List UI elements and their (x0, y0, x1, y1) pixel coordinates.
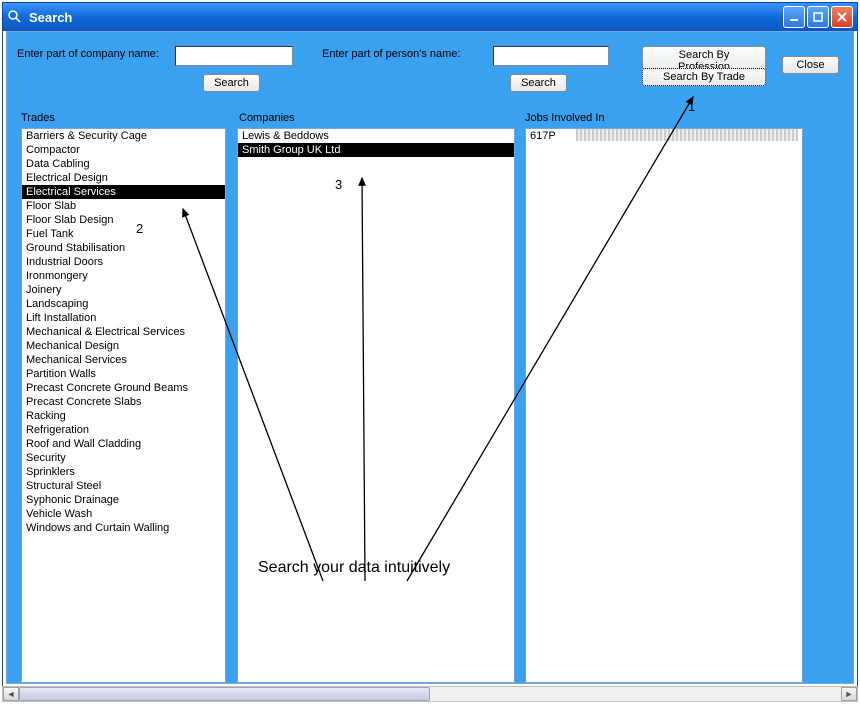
search-by-trade-button[interactable]: Search By Trade (642, 68, 766, 86)
list-item[interactable]: Floor Slab Design (22, 213, 225, 227)
list-item[interactable]: 617P (526, 129, 802, 143)
list-item[interactable]: Structural Steel (22, 479, 225, 493)
jobs-listbox[interactable]: 617P (525, 128, 803, 683)
search-person-button[interactable]: Search (510, 74, 567, 92)
scroll-right-button[interactable]: ► (841, 687, 857, 701)
list-item[interactable]: Lewis & Beddows (238, 129, 514, 143)
horizontal-scrollbar[interactable]: ◄ ► (2, 686, 858, 702)
list-item[interactable]: Precast Concrete Slabs (22, 395, 225, 409)
search-window: Search Enter part of company name: Searc… (2, 2, 858, 688)
list-item[interactable]: Sprinklers (22, 465, 225, 479)
trades-listbox[interactable]: Barriers & Security CageCompactorData Ca… (21, 128, 226, 683)
list-item[interactable]: Syphonic Drainage (22, 493, 225, 507)
person-search-input[interactable] (493, 46, 609, 66)
minimize-button[interactable] (783, 6, 805, 28)
list-item[interactable]: Mechanical Services (22, 353, 225, 367)
app-icon (7, 9, 23, 25)
list-item[interactable]: Windows and Curtain Walling (22, 521, 225, 535)
search-company-button[interactable]: Search (203, 74, 260, 92)
list-item[interactable]: Mechanical & Electrical Services (22, 325, 225, 339)
list-item[interactable]: Precast Concrete Ground Beams (22, 381, 225, 395)
list-item[interactable]: Lift Installation (22, 311, 225, 325)
list-item[interactable]: Mechanical Design (22, 339, 225, 353)
list-item[interactable]: Vehicle Wash (22, 507, 225, 521)
list-item[interactable]: Data Cabling (22, 157, 225, 171)
list-item[interactable]: Joinery (22, 283, 225, 297)
list-item[interactable]: Floor Slab (22, 199, 225, 213)
trades-header: Trades (21, 112, 55, 124)
search-controls: Enter part of company name: Search Enter… (7, 46, 853, 96)
close-button[interactable]: Close (782, 56, 839, 74)
window-controls (783, 6, 853, 28)
person-search-label: Enter part of person's name: (322, 48, 460, 60)
list-item[interactable]: Fuel Tank (22, 227, 225, 241)
jobs-header: Jobs Involved In (525, 112, 605, 124)
list-item[interactable]: Smith Group UK Ltd (238, 143, 514, 157)
company-search-label: Enter part of company name: (17, 48, 159, 60)
list-item[interactable]: Ironmongery (22, 269, 225, 283)
content-area: Enter part of company name: Search Enter… (6, 31, 854, 684)
list-item[interactable]: Landscaping (22, 297, 225, 311)
list-item[interactable]: Compactor (22, 143, 225, 157)
list-item[interactable]: Electrical Design (22, 171, 225, 185)
companies-listbox[interactable]: Lewis & BeddowsSmith Group UK Ltd (237, 128, 515, 683)
scroll-track[interactable] (19, 687, 841, 701)
list-item[interactable]: Electrical Services (22, 185, 225, 199)
close-window-button[interactable] (831, 6, 853, 28)
scroll-thumb[interactable] (19, 687, 430, 701)
company-search-input[interactable] (175, 46, 293, 66)
list-item[interactable]: Security (22, 451, 225, 465)
list-item[interactable]: Roof and Wall Cladding (22, 437, 225, 451)
list-item[interactable]: Partition Walls (22, 367, 225, 381)
list-item[interactable]: Racking (22, 409, 225, 423)
companies-header: Companies (239, 112, 295, 124)
list-item[interactable]: Refrigeration (22, 423, 225, 437)
window-title: Search (29, 10, 783, 25)
list-item[interactable]: Industrial Doors (22, 255, 225, 269)
maximize-button[interactable] (807, 6, 829, 28)
titlebar: Search (3, 3, 857, 31)
list-item[interactable]: Barriers & Security Cage (22, 129, 225, 143)
list-item[interactable]: Ground Stabilisation (22, 241, 225, 255)
scroll-left-button[interactable]: ◄ (3, 687, 19, 701)
